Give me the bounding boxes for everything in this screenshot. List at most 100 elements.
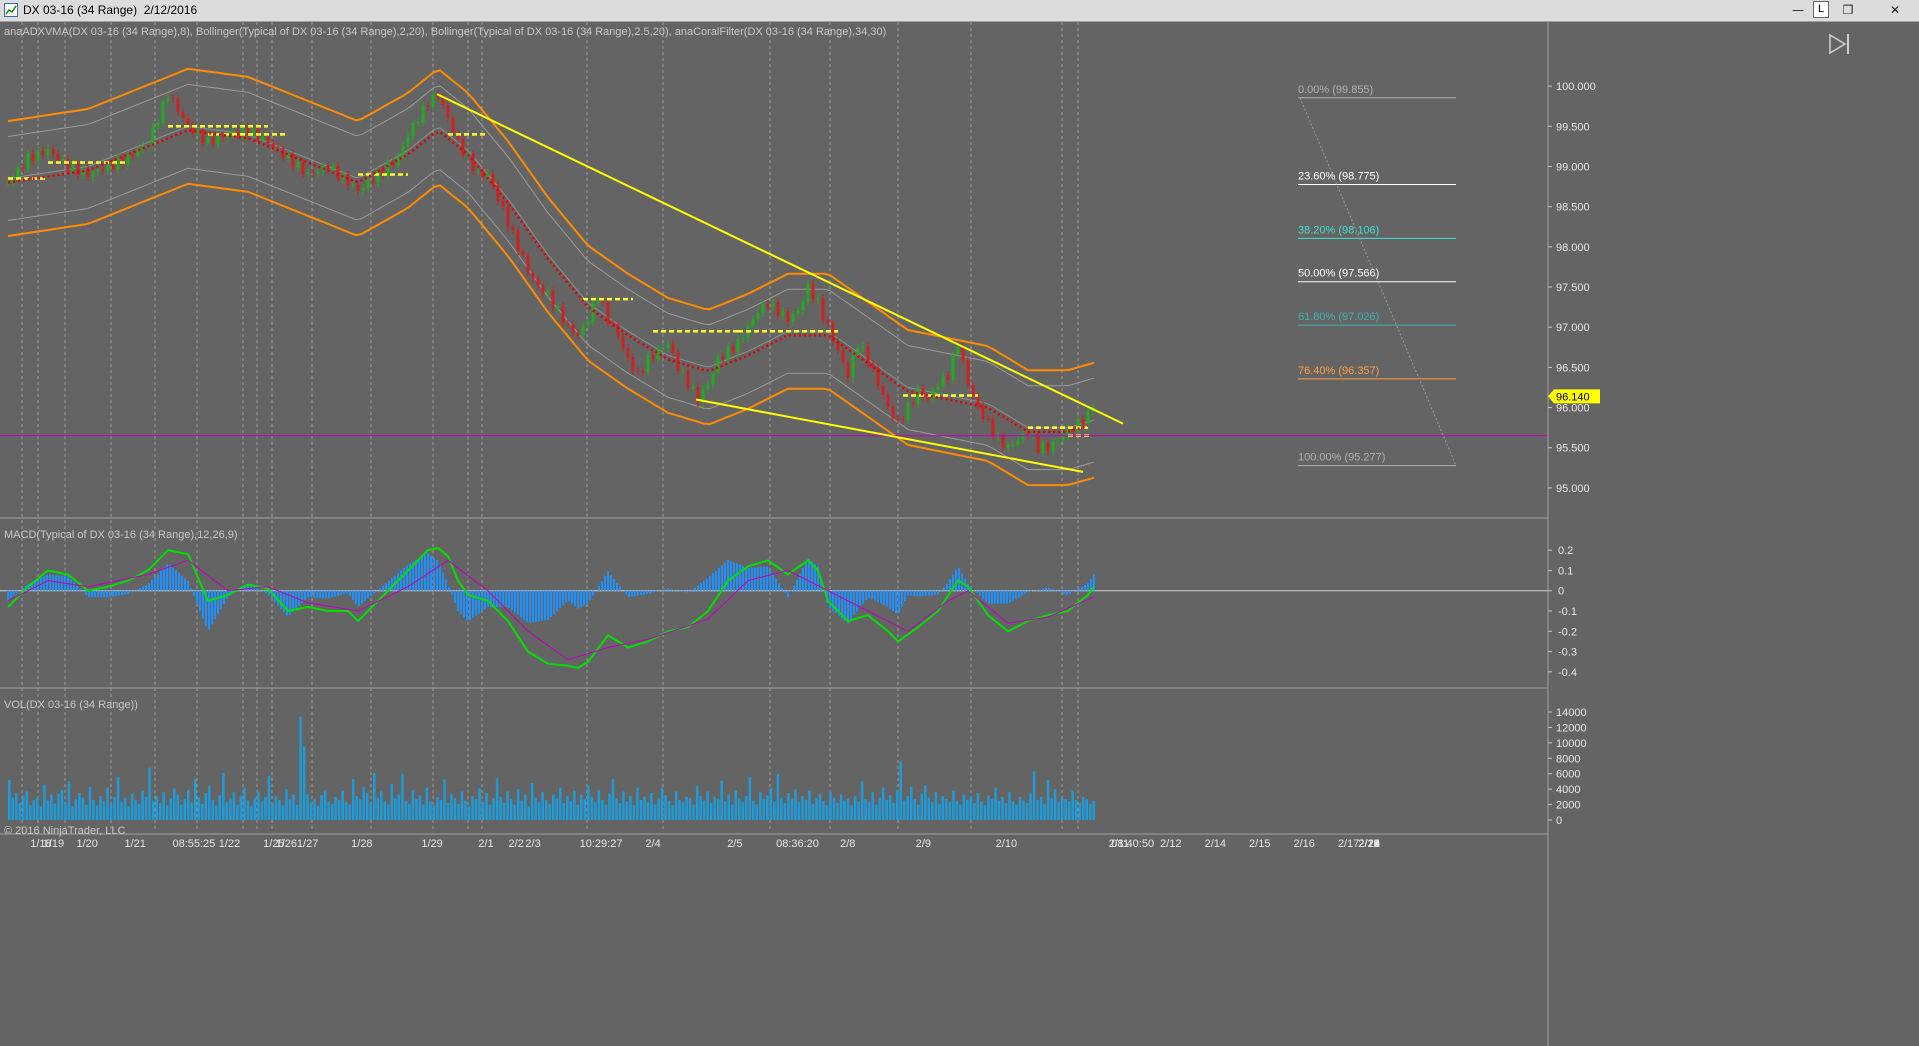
- x-tick-label: 2/1: [478, 838, 493, 850]
- volume-bar: [29, 805, 32, 820]
- candle-body: [681, 370, 685, 372]
- volume-bar: [509, 799, 513, 820]
- volume-bar: [394, 798, 397, 820]
- price-tick-label: 95.500: [1556, 443, 1590, 455]
- macd-panel: [0, 547, 1548, 669]
- close-button[interactable]: ✕: [1882, 0, 1908, 20]
- volume-bar: [727, 794, 730, 820]
- volume-bar: [204, 793, 208, 820]
- volume-bar: [302, 746, 306, 820]
- volume-bar: [309, 803, 313, 820]
- volume-bar: [95, 805, 99, 820]
- volume-bar: [1004, 803, 1008, 820]
- restore-button[interactable]: ❐: [1835, 0, 1861, 20]
- candle-body: [621, 336, 625, 348]
- candle-body: [646, 354, 650, 373]
- candle-body: [766, 303, 770, 308]
- candle-body: [36, 150, 40, 162]
- volume-bar: [474, 799, 478, 820]
- volume-bar: [555, 798, 559, 820]
- candle-body: [661, 348, 665, 350]
- volume-bar: [369, 803, 373, 820]
- volume-bar: [801, 796, 804, 820]
- candle-body: [1046, 443, 1050, 452]
- volume-bar: [502, 803, 506, 820]
- volume-bar: [692, 804, 695, 820]
- volume-bar: [236, 804, 239, 820]
- volume-bar: [734, 790, 738, 820]
- candle-body: [716, 356, 720, 373]
- lock-toggle-button[interactable]: L: [1813, 1, 1829, 18]
- candle-body: [721, 356, 725, 360]
- candle-body: [96, 169, 100, 172]
- candle-body: [1011, 444, 1015, 446]
- volume-bar: [134, 799, 137, 820]
- last-price-label: 96.140: [1556, 391, 1590, 403]
- volume-bar: [165, 805, 169, 820]
- volume-bar: [1032, 771, 1036, 820]
- price-tick-label: 99.000: [1556, 161, 1590, 173]
- candle-body: [886, 394, 890, 407]
- volume-bar: [162, 792, 165, 820]
- volume-bar: [334, 796, 337, 820]
- chart-window-icon: [4, 3, 18, 17]
- volume-bar: [215, 805, 218, 820]
- candle-body: [546, 290, 550, 294]
- volume-bar: [457, 803, 460, 820]
- volume-bar: [1046, 779, 1050, 820]
- candle-body: [411, 122, 415, 137]
- volume-bar: [81, 797, 85, 820]
- candle-body: [776, 302, 780, 316]
- candle-body: [806, 283, 810, 302]
- x-tick-label: 1/29: [421, 838, 442, 850]
- volume-bar: [906, 796, 909, 820]
- candle-body: [856, 347, 860, 356]
- candle-body: [1056, 440, 1060, 442]
- scroll-to-end-icon[interactable]: [1829, 33, 1849, 55]
- candle-body: [861, 346, 865, 348]
- volume-bar: [548, 803, 551, 820]
- volume-bar: [120, 802, 123, 820]
- volume-bar: [429, 801, 432, 820]
- volume-bar: [390, 783, 394, 820]
- volume-bar: [64, 803, 67, 820]
- candle-body: [486, 173, 490, 177]
- volume-bar: [415, 799, 418, 820]
- candle-body: [891, 406, 895, 419]
- volume-bar: [871, 792, 874, 820]
- volume-bar: [88, 786, 92, 820]
- volume-bar: [67, 781, 71, 820]
- macd-tick-label: -0.1: [1558, 606, 1577, 618]
- volume-bar: [1060, 796, 1064, 820]
- minimize-button[interactable]: —: [1785, 0, 1811, 20]
- volume-bar: [36, 796, 39, 820]
- candle-body: [91, 171, 95, 178]
- volume-bar: [148, 767, 151, 820]
- volume-tick-label: 4000: [1556, 784, 1580, 796]
- candle-body: [541, 285, 545, 294]
- candle-body: [756, 312, 760, 320]
- volume-bar: [492, 798, 495, 820]
- volume-bar: [1074, 799, 1078, 820]
- volume-bar: [267, 776, 271, 820]
- fib-level-label: 23.60% (98.775): [1298, 171, 1379, 183]
- price-tick-label: 96.500: [1556, 362, 1590, 374]
- volume-bar: [439, 799, 443, 820]
- volume-bar: [387, 804, 390, 820]
- volume-bar: [376, 797, 380, 820]
- volume-bar: [745, 796, 748, 820]
- volume-panel: [8, 716, 1095, 820]
- volume-bar: [787, 793, 790, 820]
- volume-bar: [330, 803, 334, 820]
- candle-body: [816, 298, 820, 300]
- volume-bar: [720, 780, 723, 820]
- volume-bar: [460, 791, 464, 820]
- candle-body: [936, 386, 940, 390]
- volume-bar: [109, 804, 113, 820]
- volume-bar: [78, 793, 81, 820]
- candle-body: [706, 383, 710, 390]
- volume-bar: [306, 793, 309, 820]
- chart-canvas[interactable]: 0.00% (99.855) 23.60% (98.775) 38.20% (98.…: [0, 22, 1919, 1046]
- candle-body: [201, 130, 205, 144]
- volume-bar: [299, 716, 302, 820]
